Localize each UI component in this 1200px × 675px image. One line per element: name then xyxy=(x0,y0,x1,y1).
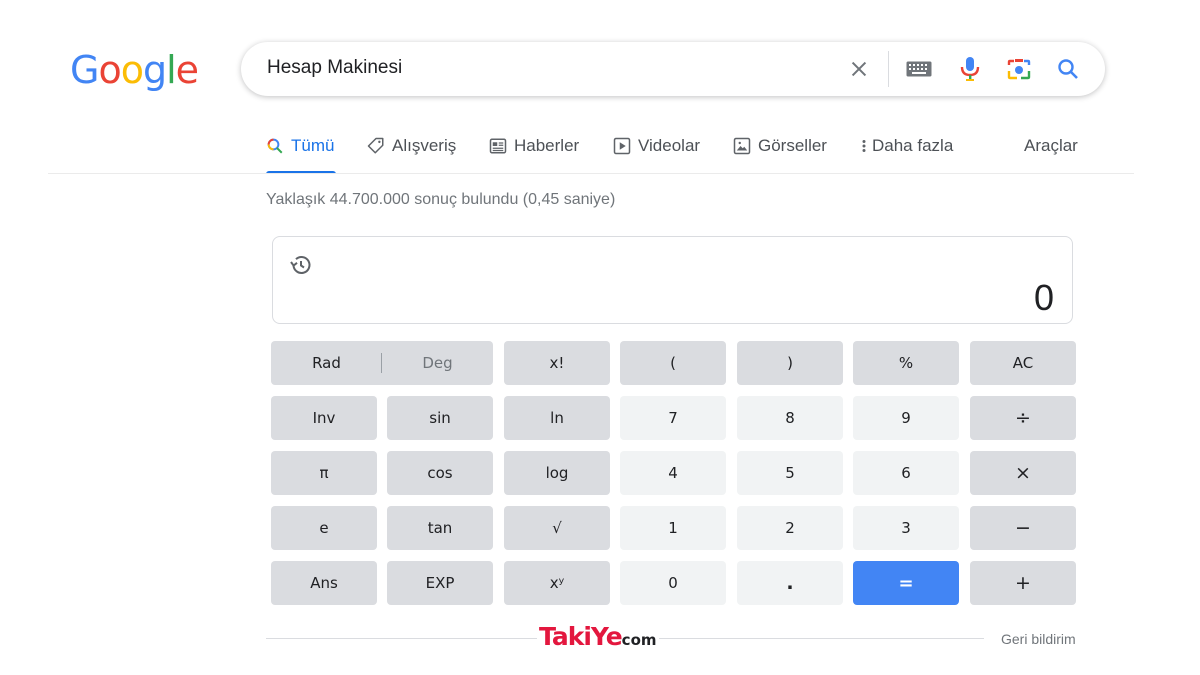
logo-letter: o xyxy=(98,48,121,92)
square-root-button[interactable]: √ xyxy=(504,506,610,550)
tab-more[interactable]: Daha fazla xyxy=(860,136,953,174)
rad-deg-toggle[interactable]: Rad Deg xyxy=(271,341,493,385)
equals-button[interactable]: = xyxy=(853,561,959,605)
feedback-link[interactable]: Geri bildirim xyxy=(1001,631,1076,647)
result-stats: Yaklaşık 44.700.000 sonuç bulundu (0,45 … xyxy=(266,191,616,208)
camera-icon xyxy=(1007,59,1031,80)
percent-button[interactable]: % xyxy=(853,341,959,385)
tab-label: Görseller xyxy=(758,136,827,155)
digit-5-button[interactable]: 5 xyxy=(737,451,843,495)
image-search-button[interactable] xyxy=(1006,56,1032,82)
calculator-display: 0 xyxy=(272,236,1073,324)
search-button[interactable] xyxy=(1055,56,1081,82)
search-tabs: Tümü Alışveriş Haberler Videolar Görsell… xyxy=(266,136,1086,174)
watermark-logo: TakiYecom xyxy=(537,622,659,651)
logo-letter: g xyxy=(142,48,167,92)
rad-button[interactable]: Rad xyxy=(271,341,382,385)
logo-letter: o xyxy=(120,48,144,92)
search-icon xyxy=(1058,59,1078,79)
digit-1-button[interactable]: 1 xyxy=(620,506,726,550)
ln-button[interactable]: ln xyxy=(504,396,610,440)
keyboard-icon xyxy=(906,61,932,77)
digit-6-button[interactable]: 6 xyxy=(853,451,959,495)
digit-3-button[interactable]: 3 xyxy=(853,506,959,550)
watermark-suffix: com xyxy=(621,631,657,649)
tab-label: Daha fazla xyxy=(872,136,954,155)
tab-news[interactable]: Haberler xyxy=(489,136,579,174)
euler-button[interactable]: e xyxy=(271,506,377,550)
all-clear-button[interactable]: AC xyxy=(970,341,1076,385)
microphone-icon xyxy=(960,57,980,81)
tab-all[interactable]: Tümü xyxy=(266,136,336,174)
divide-button[interactable]: ÷ xyxy=(970,396,1076,440)
tab-label: Alışveriş xyxy=(392,136,457,155)
tag-icon xyxy=(367,137,384,154)
tools-button[interactable]: Araçlar xyxy=(1024,136,1078,174)
clear-search-button[interactable] xyxy=(846,56,872,82)
digit-9-button[interactable]: 9 xyxy=(853,396,959,440)
digit-8-button[interactable]: 8 xyxy=(737,396,843,440)
factorial-button[interactable]: x! xyxy=(504,341,610,385)
keyboard-button[interactable] xyxy=(906,56,932,82)
search-divider xyxy=(888,51,889,87)
history-button[interactable] xyxy=(289,253,313,282)
digit-7-button[interactable]: 7 xyxy=(620,396,726,440)
search-icon xyxy=(267,138,283,154)
minus-button[interactable]: − xyxy=(970,506,1076,550)
history-icon xyxy=(290,256,311,274)
tab-label: Haberler xyxy=(514,136,580,155)
logo-letter: e xyxy=(175,48,199,92)
more-vert-icon xyxy=(862,140,866,152)
news-icon xyxy=(489,138,507,154)
google-logo[interactable]: Google xyxy=(70,48,199,92)
left-paren-button[interactable]: ( xyxy=(620,341,726,385)
decimal-point-button[interactable]: . xyxy=(737,561,843,605)
close-icon xyxy=(851,61,867,77)
tab-label: Tümü xyxy=(291,136,335,155)
logo-letter: l xyxy=(166,48,177,92)
play-icon xyxy=(613,137,631,155)
exponent-button[interactable]: EXP xyxy=(387,561,493,605)
tab-images[interactable]: Görseller xyxy=(733,136,827,174)
plus-button[interactable]: + xyxy=(970,561,1076,605)
tab-shopping[interactable]: Alışveriş xyxy=(367,136,456,174)
display-value: 0 xyxy=(1033,277,1054,318)
right-paren-button[interactable]: ) xyxy=(737,341,843,385)
power-button[interactable]: xʸ xyxy=(504,561,610,605)
tangent-button[interactable]: tan xyxy=(387,506,493,550)
image-icon xyxy=(733,137,751,155)
watermark-brand: TakiYe xyxy=(539,622,623,651)
sine-button[interactable]: sin xyxy=(387,396,493,440)
cosine-button[interactable]: cos xyxy=(387,451,493,495)
search-box[interactable]: Hesap Makinesi xyxy=(241,42,1105,96)
tab-label: Araçlar xyxy=(1024,136,1078,155)
tab-videos[interactable]: Videolar xyxy=(613,136,700,174)
inverse-button[interactable]: Inv xyxy=(271,396,377,440)
digit-4-button[interactable]: 4 xyxy=(620,451,726,495)
logo-letter: G xyxy=(70,48,99,92)
digit-0-button[interactable]: 0 xyxy=(620,561,726,605)
pi-button[interactable]: π xyxy=(271,451,377,495)
tab-label: Videolar xyxy=(638,136,701,155)
log-button[interactable]: log xyxy=(504,451,610,495)
digit-2-button[interactable]: 2 xyxy=(737,506,843,550)
search-input[interactable]: Hesap Makinesi xyxy=(267,57,402,79)
answer-button[interactable]: Ans xyxy=(271,561,377,605)
multiply-button[interactable]: × xyxy=(970,451,1076,495)
deg-button[interactable]: Deg xyxy=(382,341,493,385)
voice-search-button[interactable] xyxy=(957,56,983,82)
tabs-divider xyxy=(48,173,1134,174)
